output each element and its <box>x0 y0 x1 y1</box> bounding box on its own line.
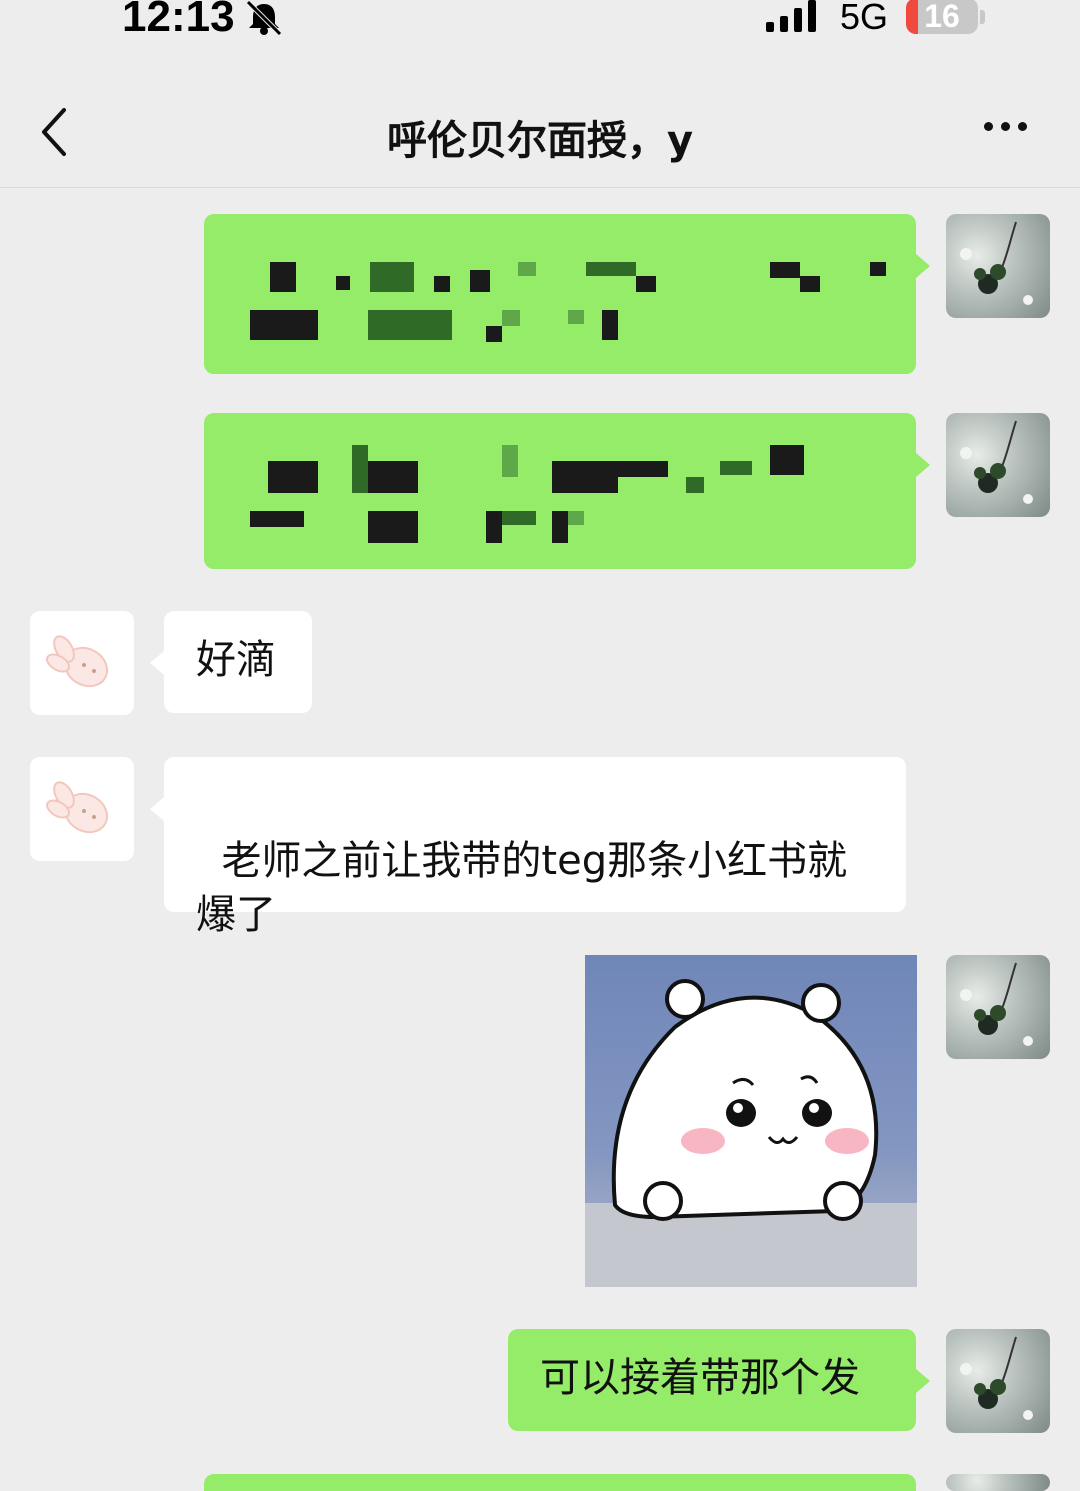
bunny-avatar-icon <box>46 781 109 834</box>
self-avatar-image <box>960 1336 1033 1420</box>
message-bubble-self-partial[interactable] <box>204 1474 916 1491</box>
self-avatar-image <box>960 221 1033 305</box>
message-bubble-self-3[interactable]: 可以接着带那个发 <box>508 1329 916 1431</box>
avatar-self[interactable] <box>946 413 1050 517</box>
avatar-self[interactable] <box>946 1474 1050 1491</box>
avatar-other[interactable] <box>30 757 134 861</box>
battery-tip <box>980 10 985 24</box>
bubble-tail <box>916 254 930 278</box>
bubble-tail <box>150 797 164 821</box>
avatar-self[interactable] <box>946 1329 1050 1433</box>
chat-title: 呼伦贝尔面授，y <box>386 118 694 164</box>
more-icon[interactable] <box>984 116 1040 144</box>
battery-icon: 16 <box>906 0 978 34</box>
self-avatar-image <box>960 420 1033 504</box>
status-time: 12:13 <box>122 0 235 41</box>
status-bar: 12:13 5G 16 <box>0 0 1080 50</box>
message-bubble-other-2[interactable]: 老师之前让我带的teg那条小红书就 爆了 <box>164 757 906 938</box>
bunny-avatar-icon <box>46 635 109 688</box>
bubble-tail <box>150 651 164 675</box>
message-bubble-self-2[interactable] <box>204 413 916 569</box>
self-avatar-image <box>960 962 1033 1046</box>
network-type: 5G <box>840 0 889 37</box>
avatar-self[interactable] <box>946 214 1050 318</box>
message-bubble-other-1[interactable]: 好滴 <box>164 611 312 713</box>
bubble-tail <box>916 453 930 477</box>
sticker-image[interactable] <box>585 955 917 1287</box>
hamster-sticker-icon <box>585 979 917 1287</box>
message-text: 可以接着带那个发 <box>540 1355 860 1401</box>
chat-header: 呼伦贝尔面授，y <box>0 80 1080 188</box>
bell-muted-icon <box>246 0 282 36</box>
battery-level: 16 <box>924 0 960 34</box>
bubble-tail <box>916 1369 930 1393</box>
message-text: 好滴 <box>196 637 276 683</box>
message-text: 老师之前让我带的teg那条小红书就 爆了 <box>196 838 848 938</box>
avatar-self[interactable] <box>946 955 1050 1059</box>
avatar-other[interactable] <box>30 611 134 715</box>
message-bubble-self-1[interactable] <box>204 214 916 374</box>
signal-icon <box>766 0 816 32</box>
